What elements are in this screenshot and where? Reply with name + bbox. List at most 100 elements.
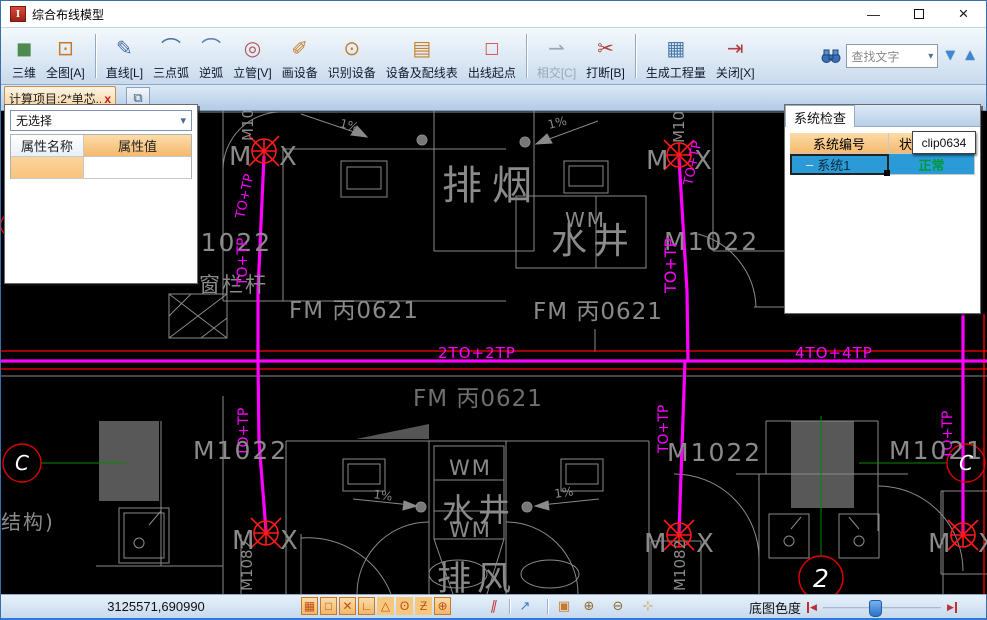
grid-snap-icon[interactable]: ▦ [301,597,318,615]
cad-text: 1% [546,114,568,132]
table-row[interactable] [11,157,191,179]
tangent-snap-icon[interactable]: ʘ [396,597,413,615]
close-button[interactable]: × [941,1,986,27]
cad-text: 排烟 [442,163,542,209]
cable-branch[interactable] [679,158,688,361]
parallel-snap-icon[interactable]: ∥ [482,597,506,615]
center-snap-icon[interactable]: ⊕ [434,597,451,615]
system-status-cell[interactable]: 正常 [889,154,975,175]
pan-icon[interactable]: ⊹ [638,597,658,615]
toolbar-label: 设备及配线表 [386,64,458,81]
toolbar-riser-pipe[interactable]: ◎立管[V] [228,30,277,82]
maximize-button[interactable] [896,1,941,27]
app-window: { "window": { "title": "综合布线模型", "contro… [0,0,987,620]
cad-text: X [280,526,298,556]
cad-text: 排风 [437,559,517,594]
column-header-prop-value[interactable]: 属性值 [84,135,191,157]
cad-text: M1082 [670,111,688,143]
cad-text: M [646,146,668,176]
slider-thumb[interactable] [869,600,882,617]
toolbar-separator [95,34,96,78]
cad-text: M1082 [238,540,256,591]
toolbar-arc-3point[interactable]: ⌒三点弧 [148,30,194,82]
detector-device[interactable] [948,520,978,550]
toolbar-device-wiring-table[interactable]: ▤设备及配线表 [381,30,463,82]
table-row[interactable]: – 系统1 正常 [790,154,975,175]
slider-max-button[interactable]: ▶ [947,602,957,613]
selection-dropdown[interactable]: 无选择 ▾ [10,110,192,131]
toolbar-arc-reverse[interactable]: ⌒逆弧 [194,30,228,82]
cad-text: 窗栏杆 [199,273,268,297]
chevron-down-icon[interactable]: ▾ [928,51,933,62]
toolbar-generate-quantities[interactable]: ▦生成工程量 [641,30,711,82]
find-next-button[interactable]: ▼ [942,47,958,65]
toolbar-label: 打断[B] [586,64,625,81]
cad-text: M1022 [667,438,762,467]
toolbar-break-line[interactable]: ✂打断[B] [581,30,630,82]
cad-text: FM 丙0621 [413,386,543,412]
zoom-all-icon: ⊡ [57,36,74,64]
fill-handle[interactable] [884,170,890,176]
selection-dropdown-value: 无选择 [16,112,180,129]
toolbar-label: 识别设备 [328,64,376,81]
toolbar-zoom-all[interactable]: ⊡全图[A] [41,30,90,82]
cad-text: TO+TP [233,173,257,221]
prop-value-cell[interactable] [84,157,191,179]
prop-name-cell[interactable] [11,157,84,179]
arc-3point-icon: ⌒ [161,36,181,64]
column-header-system-id[interactable]: 系统编号 [790,133,889,154]
intersect-icon: ⇀ [548,36,565,64]
toolbar-outlet-start-point[interactable]: □出线起点 [463,30,521,82]
toolbar-draw-line[interactable]: ✎直线[L] [101,30,148,82]
toolbar-separator [635,34,636,78]
base-tint-slider[interactable] [823,601,941,615]
cad-text: FM 丙0621 [289,298,419,324]
zoom-extents-icon[interactable]: ▣ [554,597,574,615]
close-tool-icon: ⇥ [727,36,744,64]
toolbar-draw-device[interactable]: ✐画设备 [277,30,323,82]
nearest-snap-icon[interactable]: Ƶ [415,597,432,615]
break-line-icon: ✂ [597,36,614,64]
cad-text: 结构) [1,510,55,534]
base-tint-label: 底图色度 [749,598,801,617]
cad-text: WM [449,456,492,480]
minimize-button[interactable]: — [851,1,896,27]
zoom-out-icon[interactable]: ⊖ [608,597,628,615]
toolbar-label: 相交[C] [537,64,576,81]
slider-min-button[interactable]: ◀ [807,602,817,613]
generate-quantities-icon: ▦ [666,36,685,64]
cad-text: 1% [373,487,394,504]
cad-text: M1022 [193,436,288,465]
toolbar-label: 画设备 [282,64,318,81]
maximize-icon [914,9,924,19]
system-id-cell[interactable]: – 系统1 [790,154,889,175]
status-bar: 3125571,690990 ▦□✕∟△ʘƵ⊕ ∥ ↗▣⊕⊖⊹ 底图色度 ◀ ▶ [1,594,986,618]
zoom-in-icon[interactable]: ⊕ [579,597,599,615]
tab-system-check[interactable]: 系统检查 [785,105,855,127]
column-header-prop-name[interactable]: 属性名称 [11,135,84,157]
find-text-placeholder: 查找文字 [851,48,928,65]
view-3d-icon: ◼ [16,36,33,64]
cad-text: 2TO+2TP [438,344,516,362]
snap-toolbar: ▦□✕∟△ʘƵ⊕ [301,597,451,615]
system-check-tabstrip: 系统检查 [785,105,980,127]
perpendicular-snap-icon[interactable]: ∟ [358,597,375,615]
cad-text: 4TO+4TP [795,344,873,362]
find-text-input[interactable]: 查找文字 ▾ [846,44,938,68]
window-title: 综合布线模型 [32,6,104,23]
cad-text: 1% [338,116,360,134]
cad-text: TO+TP [661,237,680,294]
find-prev-button[interactable]: ▲ [962,47,978,65]
binoculars-icon [820,46,842,66]
toolbar-close-tool[interactable]: ⇥关闭[X] [711,30,760,82]
ucs-axis-icon[interactable]: ↗ [515,597,535,615]
cable-branch[interactable] [258,156,264,361]
cad-text: C [15,451,29,475]
endpoint-snap-icon[interactable]: □ [320,597,337,615]
triangle-snap-icon[interactable]: △ [377,597,394,615]
toolbar-recognize-device[interactable]: ⊙识别设备 [323,30,381,82]
intersection-snap-icon[interactable]: ✕ [339,597,356,615]
toolbar-label: 全图[A] [46,64,85,81]
toolbar-view-3d[interactable]: ◼三维 [7,30,41,82]
properties-panel: 无选择 ▾ 属性名称 属性值 [4,104,198,284]
